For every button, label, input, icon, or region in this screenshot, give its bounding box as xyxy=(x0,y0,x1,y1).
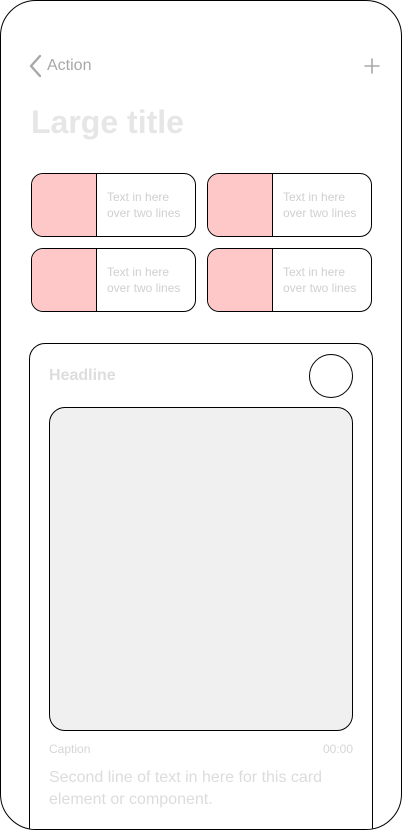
tile-thumbnail xyxy=(208,174,273,236)
tile-text-line2: over two lines xyxy=(107,206,181,220)
tile-text-line2: over two lines xyxy=(107,281,181,295)
chevron-left-icon xyxy=(29,54,42,78)
back-button-label: Action xyxy=(47,57,92,74)
tile-text-line1: Text in here xyxy=(283,265,346,279)
plus-icon[interactable] xyxy=(362,56,382,76)
tile-text: Text in here over two lines xyxy=(97,249,180,311)
tile-text-line1: Text in here xyxy=(283,190,346,204)
page-title: Large title xyxy=(31,104,184,140)
tile-2[interactable]: Text in here over two lines xyxy=(207,173,372,237)
card-headline: Headline xyxy=(49,367,116,384)
tile-text: Text in here over two lines xyxy=(273,249,356,311)
tile-thumbnail xyxy=(32,174,97,236)
card-body-text: Second line of text in here for this car… xyxy=(49,769,323,808)
card-timestamp: 00:00 xyxy=(322,742,353,756)
card-media-placeholder xyxy=(49,407,353,731)
tile-text: Text in here over two lines xyxy=(273,174,356,236)
back-button[interactable]: Action xyxy=(29,54,91,78)
tile-3[interactable]: Text in here over two lines xyxy=(31,248,196,312)
tile-4[interactable]: Text in here over two lines xyxy=(207,248,372,312)
content-card[interactable]: Headline Caption 00:00 Second line of te… xyxy=(29,343,373,829)
tile-thumbnail xyxy=(208,249,273,311)
tile-text: Text in here over two lines xyxy=(97,174,180,236)
tile-1[interactable]: Text in here over two lines xyxy=(31,173,196,237)
avatar[interactable] xyxy=(309,354,353,398)
phone-frame: Action Large title Text in here over two… xyxy=(0,0,402,830)
tile-text-line2: over two lines xyxy=(283,206,357,220)
tile-thumbnail xyxy=(32,249,97,311)
tile-text-line1: Text in here xyxy=(107,265,170,279)
tile-text-line2: over two lines xyxy=(283,281,357,295)
card-caption: Caption xyxy=(49,742,91,756)
tile-text-line1: Text in here xyxy=(107,190,170,204)
